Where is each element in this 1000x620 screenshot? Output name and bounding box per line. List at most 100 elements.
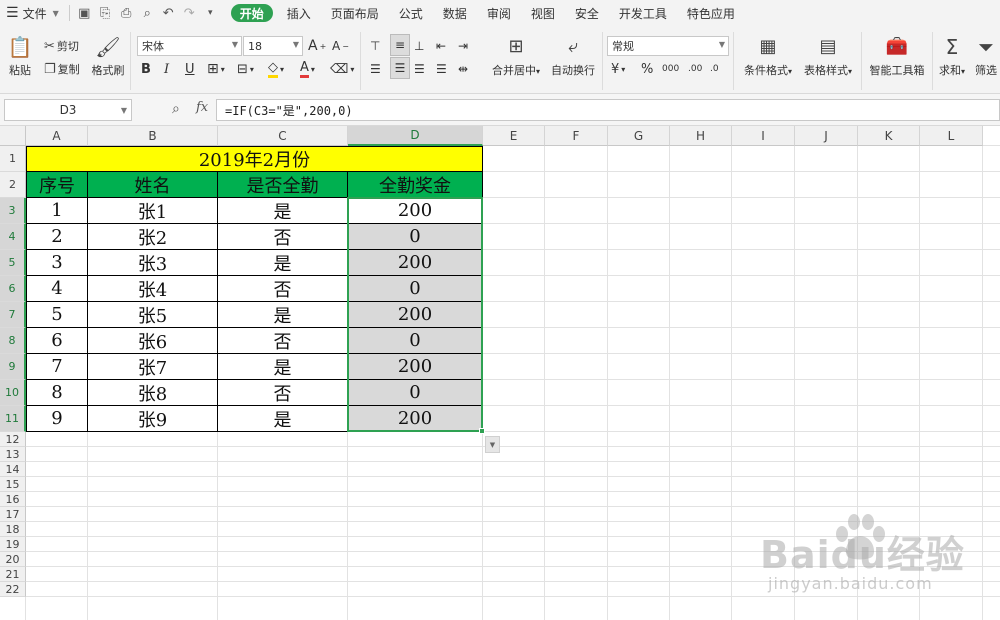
sheet-title-cell[interactable]: 2019年2月份 — [26, 146, 483, 172]
data-cell[interactable]: 是 — [218, 198, 348, 224]
data-cell[interactable]: 是 — [218, 406, 348, 432]
font-name-select[interactable]: 宋体 ▼ — [137, 36, 242, 56]
paste-button[interactable]: 📋 粘贴 — [4, 34, 36, 86]
indent-decrease-icon[interactable]: ⇤ — [436, 36, 446, 56]
copy-button[interactable]: ❐ 复制 — [44, 59, 80, 79]
bold-icon[interactable]: B — [141, 59, 151, 79]
fx-icon[interactable]: fx — [196, 100, 208, 115]
column-header[interactable]: F — [545, 126, 608, 146]
row-header[interactable]: 6 — [0, 276, 26, 302]
column-header[interactable]: D — [348, 126, 483, 146]
select-all-corner[interactable] — [0, 126, 26, 146]
data-cell[interactable]: 9 — [26, 406, 88, 432]
row-header[interactable]: 17 — [0, 507, 26, 522]
name-box[interactable]: D3 ▼ — [4, 99, 132, 121]
fill-color-icon[interactable]: ◇ ▾ — [268, 59, 284, 79]
italic-icon[interactable]: I — [164, 59, 169, 79]
row-header[interactable]: 18 — [0, 522, 26, 537]
tab-1[interactable]: 插入 — [277, 0, 321, 26]
data-cell[interactable]: 4 — [26, 276, 88, 302]
data-cell[interactable]: 6 — [26, 328, 88, 354]
data-cell[interactable]: 否 — [218, 380, 348, 406]
tab-6[interactable]: 视图 — [521, 0, 565, 26]
zoom-icon[interactable]: ⌕ — [172, 101, 180, 117]
bonus-cell[interactable]: 0 — [348, 328, 483, 354]
column-header[interactable]: A — [26, 126, 88, 146]
data-cell[interactable]: 2 — [26, 224, 88, 250]
data-cell[interactable]: 是 — [218, 302, 348, 328]
data-cell[interactable]: 8 — [26, 380, 88, 406]
data-cell[interactable]: 张9 — [88, 406, 218, 432]
conditional-format-button[interactable]: ▦ 条件格式▾ — [740, 34, 796, 86]
align-left-icon[interactable]: ☰ — [370, 59, 381, 79]
merge-center-button[interactable]: ⊞ 合并居中▾ — [488, 34, 544, 86]
redo-icon[interactable]: ↷ — [179, 0, 200, 26]
align-top-icon[interactable]: ⊤ — [370, 36, 380, 56]
data-cell[interactable]: 张6 — [88, 328, 218, 354]
row-header[interactable]: 2 — [0, 172, 26, 198]
row-header[interactable]: 13 — [0, 447, 26, 462]
tab-9[interactable]: 特色应用 — [677, 0, 745, 26]
data-cell[interactable]: 5 — [26, 302, 88, 328]
bonus-cell[interactable]: 200 — [348, 302, 483, 328]
decrease-decimal-icon[interactable]: .0 — [710, 59, 719, 79]
data-cell[interactable]: 否 — [218, 328, 348, 354]
column-header[interactable]: H — [670, 126, 732, 146]
tab-8[interactable]: 开发工具 — [609, 0, 677, 26]
tab-7[interactable]: 安全 — [565, 0, 609, 26]
row-header[interactable]: 12 — [0, 432, 26, 447]
column-header[interactable]: K — [858, 126, 920, 146]
filter-button[interactable]: ⏷ 筛选 — [972, 34, 1000, 86]
autofill-options-button[interactable]: ▼ — [485, 436, 500, 453]
distributed-icon[interactable]: ⇹ — [458, 59, 468, 79]
column-header[interactable]: B — [88, 126, 218, 146]
row-header[interactable]: 21 — [0, 567, 26, 582]
column-header[interactable]: I — [732, 126, 795, 146]
export-icon[interactable]: ⎘ — [95, 0, 116, 26]
row-header[interactable]: 9 — [0, 354, 26, 380]
align-bottom-icon[interactable]: ⊥ — [414, 36, 424, 56]
increase-font-icon[interactable]: A + — [308, 36, 326, 56]
fill-handle[interactable] — [479, 428, 485, 434]
row-header[interactable]: 10 — [0, 380, 26, 406]
bonus-cell[interactable]: 0 — [348, 380, 483, 406]
row-header[interactable]: 22 — [0, 582, 26, 597]
row-header[interactable]: 16 — [0, 492, 26, 507]
row-header[interactable]: 15 — [0, 477, 26, 492]
tab-3[interactable]: 公式 — [389, 0, 433, 26]
currency-icon[interactable]: ¥ ▾ — [611, 59, 625, 79]
merge-cells-icon[interactable]: ⊟ ▾ — [237, 59, 254, 79]
row-header[interactable]: 8 — [0, 328, 26, 354]
justify-icon[interactable]: ☰ — [436, 59, 447, 79]
wrap-text-button[interactable]: ⤶ 自动换行 — [548, 34, 598, 86]
row-header[interactable]: 5 — [0, 250, 26, 276]
print-preview-icon[interactable]: ⌕ — [137, 0, 158, 26]
bonus-cell[interactable]: 200 — [348, 198, 483, 224]
file-menu[interactable]: ☰ 文件 ▼ — [6, 0, 65, 26]
clear-format-icon[interactable]: ⌫ ▾ — [330, 59, 354, 79]
bonus-cell[interactable]: 200 — [348, 354, 483, 380]
row-header[interactable]: 19 — [0, 537, 26, 552]
header-cell[interactable]: 姓名 — [88, 172, 218, 198]
data-cell[interactable]: 否 — [218, 276, 348, 302]
row-header[interactable]: 20 — [0, 552, 26, 567]
decrease-font-icon[interactable]: A − — [332, 36, 349, 56]
header-cell[interactable]: 全勤奖金 — [348, 172, 483, 198]
smart-toolbox-button[interactable]: 🧰 智能工具箱 — [866, 34, 928, 86]
formula-input[interactable]: =IF(C3="是",200,0) — [216, 99, 1000, 121]
data-cell[interactable]: 7 — [26, 354, 88, 380]
undo-icon[interactable]: ↶ — [158, 0, 179, 26]
data-cell[interactable]: 张4 — [88, 276, 218, 302]
data-cell[interactable]: 张5 — [88, 302, 218, 328]
increase-decimal-icon[interactable]: .00 — [688, 59, 702, 79]
indent-increase-icon[interactable]: ⇥ — [458, 36, 468, 56]
bonus-cell[interactable]: 200 — [348, 406, 483, 432]
font-size-select[interactable]: 18 ▼ — [243, 36, 303, 56]
data-cell[interactable]: 张7 — [88, 354, 218, 380]
column-header[interactable]: E — [483, 126, 545, 146]
data-cell[interactable]: 1 — [26, 198, 88, 224]
table-style-button[interactable]: ▤ 表格样式▾ — [800, 34, 856, 86]
column-header[interactable]: J — [795, 126, 858, 146]
data-cell[interactable]: 张3 — [88, 250, 218, 276]
row-header[interactable]: 14 — [0, 462, 26, 477]
